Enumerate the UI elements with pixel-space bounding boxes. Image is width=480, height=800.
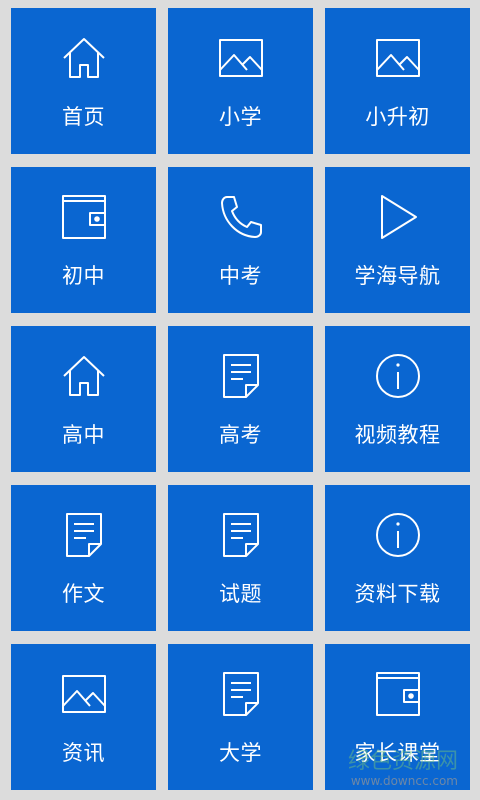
phone-icon (217, 193, 265, 241)
tile-label: 学海导航 (354, 264, 441, 288)
tile-junior-high[interactable]: 初中 (11, 167, 156, 313)
tile-college-entrance[interactable]: 高考 (168, 326, 313, 472)
tile-senior-high[interactable]: 高中 (11, 326, 156, 472)
document-icon (217, 670, 265, 718)
tile-label: 家长课堂 (354, 741, 441, 765)
wallet-icon (60, 193, 108, 241)
menu-grid: 首页 小学 小升初 初中 中考 学海导航 高中 高考 视频教程 作文 试题 资料… (11, 8, 470, 800)
tile-downloads[interactable]: 资料下载 (325, 485, 470, 631)
document-icon (60, 511, 108, 559)
tile-label: 首页 (62, 105, 105, 129)
tile-label: 小升初 (365, 105, 430, 129)
tile-label: 资讯 (62, 741, 105, 765)
tile-label: 小学 (219, 105, 262, 129)
tile-news[interactable]: 资讯 (11, 644, 156, 790)
tile-university[interactable]: 大学 (168, 644, 313, 790)
tile-label: 高考 (219, 423, 262, 447)
tile-label: 初中 (62, 264, 105, 288)
tile-label: 试题 (219, 582, 262, 606)
tile-study-navigation[interactable]: 学海导航 (325, 167, 470, 313)
tile-label: 高中 (62, 423, 105, 447)
home-icon (60, 34, 108, 82)
tile-primary-school[interactable]: 小学 (168, 8, 313, 154)
tile-parent-class[interactable]: 家长课堂 (325, 644, 470, 790)
image-icon (217, 34, 265, 82)
document-icon (217, 511, 265, 559)
tile-label: 中考 (219, 264, 262, 288)
tile-video-tutorial[interactable]: 视频教程 (325, 326, 470, 472)
tile-junior-entrance[interactable]: 小升初 (325, 8, 470, 154)
document-icon (217, 352, 265, 400)
home-icon (60, 352, 108, 400)
image-icon (374, 34, 422, 82)
tile-label: 大学 (219, 741, 262, 765)
tile-high-school-entrance[interactable]: 中考 (168, 167, 313, 313)
wallet-icon (374, 670, 422, 718)
tile-label: 资料下载 (354, 582, 441, 606)
info-icon (374, 352, 422, 400)
tile-home[interactable]: 首页 (11, 8, 156, 154)
image-icon (60, 670, 108, 718)
tile-composition[interactable]: 作文 (11, 485, 156, 631)
tile-label: 作文 (62, 582, 105, 606)
tile-label: 视频教程 (354, 423, 441, 447)
tile-exam-questions[interactable]: 试题 (168, 485, 313, 631)
info-icon (374, 511, 422, 559)
play-icon (374, 193, 422, 241)
